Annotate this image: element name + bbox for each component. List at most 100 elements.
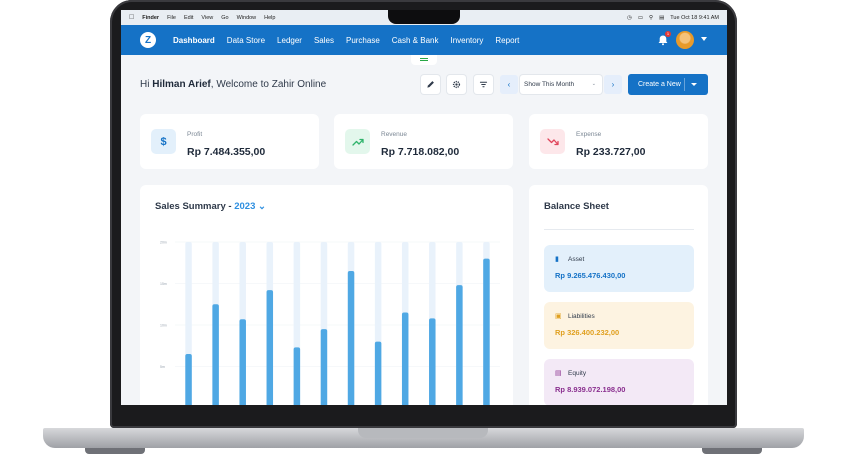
chevron-left-icon: ‹ [507,80,511,89]
greeting-prefix: Hi [140,79,153,90]
balance-item-label: Equity [568,370,587,377]
dollar-icon: $ [151,129,176,154]
welcome-greeting: Hi Hilman Arief, Welcome to Zahir Online [140,79,326,90]
chevron-down-icon[interactable] [691,83,697,86]
stat-card-expense[interactable]: Expense Rp 233.727,00 [529,114,708,169]
menu-help[interactable]: Help [264,15,275,21]
balance-item-asset[interactable]: ▮ Asset Rp 9.265.476.430,00 [544,245,694,292]
create-new-label: Create a New [638,81,681,88]
y-tick-label: 15m [160,282,167,286]
balance-item-value: Rp 326.400.232,00 [555,328,620,337]
button-divider [684,78,685,91]
trend-up-icon [345,129,370,154]
app-navbar: Z Dashboard Data Store Ledger Sales Purc… [121,25,727,55]
bar-feb[interactable] [212,304,219,405]
menu-status-area: ◷ ▭ ⚲ ▤ Tue Oct 18 9:41 AM [627,10,719,25]
filter-icon [479,81,488,88]
laptop-foot-right [702,448,762,454]
prev-period-button[interactable]: ‹ [500,75,518,94]
book-icon: ▮ [555,256,559,263]
menu-edit[interactable]: Edit [184,15,193,21]
balance-item-value: Rp 9.265.476.430,00 [555,271,626,280]
bar-dec[interactable] [483,258,490,405]
balance-sheet-title: Balance Sheet [544,201,609,212]
stat-card-profit[interactable]: $ Profit Rp 7.484.355,00 [140,114,319,169]
handle-line [420,60,428,61]
wifi-icon[interactable]: ◷ [627,15,632,21]
tab-sales[interactable]: Sales [314,36,334,45]
sales-summary-card: Sales Summary - 2023 ⌄ 20m15m10m5m0m [140,185,513,405]
menu-finder[interactable]: Finder [142,15,159,21]
bar-jun[interactable] [320,329,328,405]
pencil-icon [427,81,434,88]
chevron-down-icon: ⌄ [591,81,596,87]
balance-item-value: Rp 8.939.072.198,00 [555,385,626,394]
stat-label: Expense [576,131,602,138]
period-select-label: Show This Month [524,81,575,88]
stat-card-revenue[interactable]: Revenue Rp 7.718.082,00 [334,114,513,169]
stat-value: Rp 7.718.082,00 [381,146,460,158]
control-center-icon[interactable]: ▤ [659,15,664,21]
bar-aug[interactable] [374,341,382,405]
stat-label: Revenue [381,131,408,138]
laptop-foot-left [85,448,145,454]
stat-label: Profit [187,131,203,138]
balance-item-label: Asset [568,256,585,263]
user-name: Hilman Arief [152,79,211,90]
tab-ledger[interactable]: Ledger [277,36,302,45]
bar-mar[interactable] [239,319,246,405]
balance-sheet-card: Balance Sheet ▮ Asset Rp 9.265.476.430,0… [529,185,708,405]
bar-sep[interactable] [401,312,409,405]
apple-icon[interactable]:  [129,14,134,21]
notification-badge: 1 [665,31,671,37]
y-tick-label: 5m [160,365,165,369]
menu-window[interactable]: Window [237,15,257,21]
search-icon[interactable]: ⚲ [649,15,653,21]
tab-inventory[interactable]: Inventory [450,36,483,45]
period-select[interactable]: Show This Month ⌄ [520,75,602,94]
tab-cash-bank[interactable]: Cash & Bank [392,36,439,45]
stat-value: Rp 233.727,00 [576,146,646,158]
tab-dashboard[interactable]: Dashboard [173,36,215,45]
bar-oct[interactable] [429,318,436,405]
menu-view[interactable]: View [201,15,213,21]
bar-may[interactable] [293,347,301,405]
trend-down-icon [540,129,565,154]
menu-go[interactable]: Go [221,15,228,21]
camera-notch [388,10,460,24]
balance-item-equity[interactable]: ▤ Equity Rp 8.939.072.198,00 [544,359,694,405]
y-tick-label: 10m [160,324,167,328]
menu-file[interactable]: File [167,15,176,21]
screen:  Finder File Edit View Go Window Help ◷… [121,10,727,405]
collapse-handle[interactable] [411,55,437,65]
balance-item-liabilities[interactable]: ▣ Liabilities Rp 326.400.232,00 [544,302,694,349]
handle-line [420,58,428,59]
bar-nov[interactable] [456,285,463,405]
account-chevron-down-icon[interactable] [701,37,707,41]
balance-item-label: Liabilities [568,313,595,320]
y-tick-label: 20m [160,241,167,245]
divider [544,229,694,230]
greeting-suffix: , Welcome to Zahir Online [210,79,327,90]
chevron-right-icon: › [611,80,615,89]
laptop-trackpad-notch [358,428,488,438]
edit-button[interactable] [421,75,440,94]
tab-purchase[interactable]: Purchase [346,36,380,45]
battery-icon[interactable]: ▭ [638,15,643,21]
sales-bar-chart: 20m15m10m5m0m [160,241,500,405]
tab-report[interactable]: Report [495,36,519,45]
stat-value: Rp 7.484.355,00 [187,146,266,158]
bar-chart-icon: ▤ [555,370,562,377]
menu-datetime[interactable]: Tue Oct 18 9:41 AM [670,15,719,21]
settings-button[interactable] [447,75,466,94]
bar-apr[interactable] [266,290,274,405]
create-new-button[interactable]: Create a New [628,74,708,95]
gear-icon [452,80,461,89]
user-avatar[interactable] [676,31,694,49]
bar-jan[interactable] [185,354,192,405]
bar-jul[interactable] [347,271,355,405]
filter-button[interactable] [474,75,493,94]
zahir-logo[interactable]: Z [140,32,156,48]
tab-data-store[interactable]: Data Store [227,36,265,45]
next-period-button[interactable]: › [604,75,622,94]
